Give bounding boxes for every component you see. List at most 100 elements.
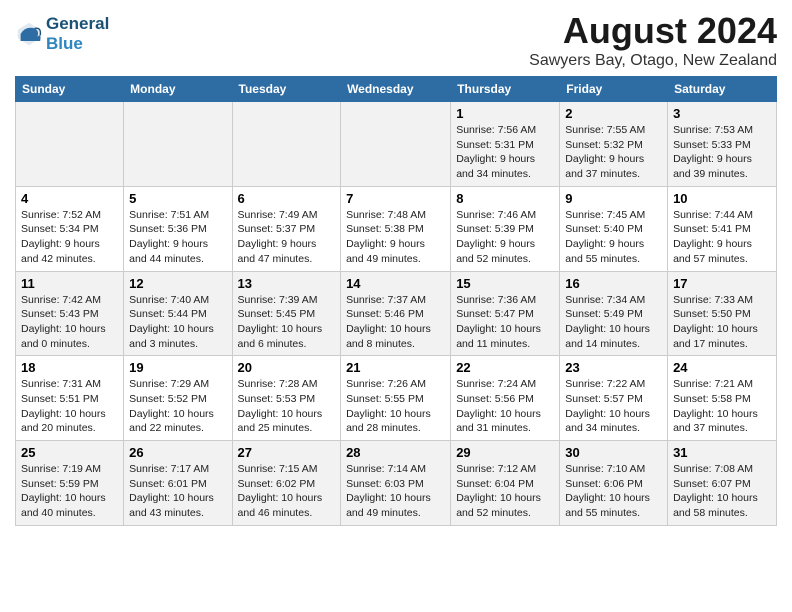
day-info: Sunrise: 7:56 AM Sunset: 5:31 PM Dayligh… [456,123,554,182]
calendar-cell: 12 Sunrise: 7:40 AM Sunset: 5:44 PM Dayli… [124,271,232,356]
calendar-cell: 23 Sunrise: 7:22 AM Sunset: 5:57 PM Dayli… [560,356,668,441]
calendar-cell [124,102,232,187]
calendar-week-row: 1Sunrise: 7:56 AM Sunset: 5:31 PM Daylig… [16,102,777,187]
title-block: August 2024 Sawyers Bay, Otago, New Zeal… [529,10,777,70]
calendar-week-row: 25 Sunrise: 7:19 AM Sunset: 5:59 PM Dayli… [16,441,777,526]
page-subtitle: Sawyers Bay, Otago, New Zealand [529,52,777,70]
logo-icon [15,20,43,48]
day-number: 28 [346,445,445,460]
day-info: Sunrise: 7:15 AM Sunset: 6:02 PM Dayligh… [238,462,336,521]
day-number: 12 [129,276,226,291]
day-of-week-header: Saturday [668,77,777,102]
logo: General Blue [15,14,109,53]
calendar-cell [16,102,124,187]
calendar-cell: 2 Sunrise: 7:55 AM Sunset: 5:32 PM Daylig… [560,102,668,187]
day-number: 14 [346,276,445,291]
calendar-header: SundayMondayTuesdayWednesdayThursdayFrid… [16,77,777,102]
calendar-cell: 29 Sunrise: 7:12 AM Sunset: 6:04 PM Dayli… [451,441,560,526]
day-of-week-header: Friday [560,77,668,102]
day-of-week-header: Wednesday [341,77,451,102]
calendar-cell: 7 Sunrise: 7:48 AM Sunset: 5:38 PM Daylig… [341,186,451,271]
page-title: August 2024 [529,10,777,52]
calendar-cell: 18Sunrise: 7:31 AM Sunset: 5:51 PM Dayli… [16,356,124,441]
calendar-cell: 16Sunrise: 7:34 AM Sunset: 5:49 PM Dayli… [560,271,668,356]
day-number: 18 [21,360,118,375]
calendar-cell: 13Sunrise: 7:39 AM Sunset: 5:45 PM Dayli… [232,271,341,356]
day-info: Sunrise: 7:34 AM Sunset: 5:49 PM Dayligh… [565,293,662,352]
day-info: Sunrise: 7:26 AM Sunset: 5:55 PM Dayligh… [346,377,445,436]
day-of-week-header: Sunday [16,77,124,102]
day-number: 5 [129,191,226,206]
calendar-week-row: 4 Sunrise: 7:52 AM Sunset: 5:34 PM Daylig… [16,186,777,271]
calendar-cell: 27 Sunrise: 7:15 AM Sunset: 6:02 PM Dayli… [232,441,341,526]
calendar-body: 1Sunrise: 7:56 AM Sunset: 5:31 PM Daylig… [16,102,777,526]
day-info: Sunrise: 7:12 AM Sunset: 6:04 PM Dayligh… [456,462,554,521]
day-info: Sunrise: 7:46 AM Sunset: 5:39 PM Dayligh… [456,208,554,267]
day-info: Sunrise: 7:37 AM Sunset: 5:46 PM Dayligh… [346,293,445,352]
day-number: 22 [456,360,554,375]
day-info: Sunrise: 7:17 AM Sunset: 6:01 PM Dayligh… [129,462,226,521]
day-number: 20 [238,360,336,375]
day-number: 9 [565,191,662,206]
calendar-cell: 15Sunrise: 7:36 AM Sunset: 5:47 PM Dayli… [451,271,560,356]
calendar-cell: 9 Sunrise: 7:45 AM Sunset: 5:40 PM Daylig… [560,186,668,271]
day-info: Sunrise: 7:48 AM Sunset: 5:38 PM Dayligh… [346,208,445,267]
day-number: 17 [673,276,771,291]
day-number: 21 [346,360,445,375]
calendar-cell: 3 Sunrise: 7:53 AM Sunset: 5:33 PM Daylig… [668,102,777,187]
day-info: Sunrise: 7:52 AM Sunset: 5:34 PM Dayligh… [21,208,118,267]
day-number: 30 [565,445,662,460]
day-info: Sunrise: 7:22 AM Sunset: 5:57 PM Dayligh… [565,377,662,436]
calendar-cell: 26 Sunrise: 7:17 AM Sunset: 6:01 PM Dayli… [124,441,232,526]
calendar-week-row: 11 Sunrise: 7:42 AM Sunset: 5:43 PM Dayli… [16,271,777,356]
day-number: 11 [21,276,118,291]
calendar-cell: 21 Sunrise: 7:26 AM Sunset: 5:55 PM Dayli… [341,356,451,441]
calendar-cell: 14 Sunrise: 7:37 AM Sunset: 5:46 PM Dayli… [341,271,451,356]
day-number: 4 [21,191,118,206]
day-number: 7 [346,191,445,206]
day-info: Sunrise: 7:21 AM Sunset: 5:58 PM Dayligh… [673,377,771,436]
day-info: Sunrise: 7:42 AM Sunset: 5:43 PM Dayligh… [21,293,118,352]
day-number: 26 [129,445,226,460]
calendar-cell: 17 Sunrise: 7:33 AM Sunset: 5:50 PM Dayli… [668,271,777,356]
day-number: 13 [238,276,336,291]
calendar-cell: 8Sunrise: 7:46 AM Sunset: 5:39 PM Daylig… [451,186,560,271]
day-info: Sunrise: 7:28 AM Sunset: 5:53 PM Dayligh… [238,377,336,436]
calendar-cell: 5 Sunrise: 7:51 AM Sunset: 5:36 PM Daylig… [124,186,232,271]
calendar-cell: 30Sunrise: 7:10 AM Sunset: 6:06 PM Dayli… [560,441,668,526]
day-info: Sunrise: 7:24 AM Sunset: 5:56 PM Dayligh… [456,377,554,436]
day-info: Sunrise: 7:53 AM Sunset: 5:33 PM Dayligh… [673,123,771,182]
day-info: Sunrise: 7:55 AM Sunset: 5:32 PM Dayligh… [565,123,662,182]
day-number: 23 [565,360,662,375]
calendar-cell: 25 Sunrise: 7:19 AM Sunset: 5:59 PM Dayli… [16,441,124,526]
day-number: 29 [456,445,554,460]
calendar-cell [341,102,451,187]
calendar-cell: 11 Sunrise: 7:42 AM Sunset: 5:43 PM Dayli… [16,271,124,356]
calendar-cell: 4 Sunrise: 7:52 AM Sunset: 5:34 PM Daylig… [16,186,124,271]
day-info: Sunrise: 7:19 AM Sunset: 5:59 PM Dayligh… [21,462,118,521]
calendar-cell: 1Sunrise: 7:56 AM Sunset: 5:31 PM Daylig… [451,102,560,187]
day-info: Sunrise: 7:45 AM Sunset: 5:40 PM Dayligh… [565,208,662,267]
calendar-cell: 22 Sunrise: 7:24 AM Sunset: 5:56 PM Dayli… [451,356,560,441]
day-info: Sunrise: 7:14 AM Sunset: 6:03 PM Dayligh… [346,462,445,521]
calendar-table: SundayMondayTuesdayWednesdayThursdayFrid… [15,76,777,526]
day-of-week-header: Tuesday [232,77,341,102]
day-info: Sunrise: 7:49 AM Sunset: 5:37 PM Dayligh… [238,208,336,267]
calendar-cell: 19Sunrise: 7:29 AM Sunset: 5:52 PM Dayli… [124,356,232,441]
day-number: 2 [565,106,662,121]
day-info: Sunrise: 7:51 AM Sunset: 5:36 PM Dayligh… [129,208,226,267]
day-info: Sunrise: 7:08 AM Sunset: 6:07 PM Dayligh… [673,462,771,521]
day-of-week-header: Thursday [451,77,560,102]
day-info: Sunrise: 7:29 AM Sunset: 5:52 PM Dayligh… [129,377,226,436]
day-number: 25 [21,445,118,460]
day-info: Sunrise: 7:40 AM Sunset: 5:44 PM Dayligh… [129,293,226,352]
day-info: Sunrise: 7:44 AM Sunset: 5:41 PM Dayligh… [673,208,771,267]
calendar-week-row: 18Sunrise: 7:31 AM Sunset: 5:51 PM Dayli… [16,356,777,441]
header-row: SundayMondayTuesdayWednesdayThursdayFrid… [16,77,777,102]
day-number: 27 [238,445,336,460]
calendar-cell [232,102,341,187]
day-of-week-header: Monday [124,77,232,102]
day-info: Sunrise: 7:33 AM Sunset: 5:50 PM Dayligh… [673,293,771,352]
page-header: General Blue August 2024 Sawyers Bay, Ot… [15,10,777,70]
day-number: 3 [673,106,771,121]
